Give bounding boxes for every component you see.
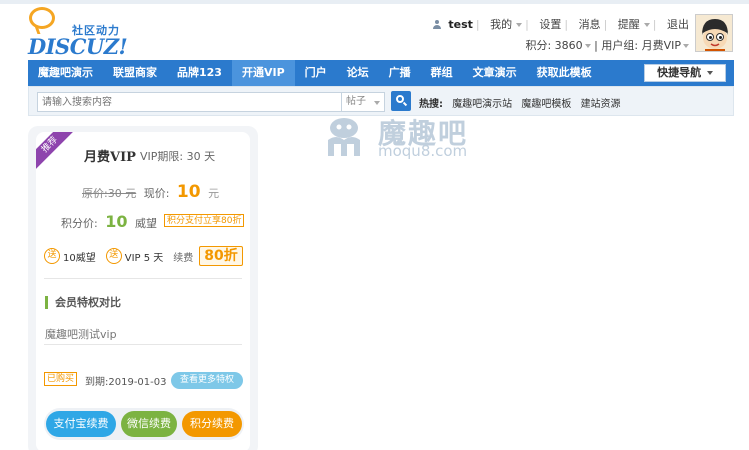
search-type-label: 帖子 [346,96,366,107]
usergroup-link[interactable]: 用户组: 月费VIP [601,39,681,52]
watermark-url: moqu8.com [378,142,468,160]
points-price-row: 积分价: 10 威望 [61,212,157,231]
section-title: 会员特权对比 [45,296,121,309]
quick-nav-label: 快捷导航 [657,66,702,79]
chevron-down-icon [516,23,523,27]
renew-discount-badge: 80折 [199,246,243,266]
menu-notify-link[interactable]: 提醒 [618,18,640,31]
top-strip [0,0,749,4]
hot-link-template[interactable]: 魔趣吧模板 [521,99,571,110]
expire-date: 到期:2019-01-03 [85,377,167,388]
user-name-link[interactable]: test [448,18,473,31]
current-price-unit: 元 [208,187,220,200]
nav-item-vip[interactable]: 开通VIP [231,60,295,86]
menu-logout-link[interactable]: 退出 [667,18,689,31]
renew-label: 续费 [173,252,194,264]
points-price-label: 积分价: [61,217,98,230]
user-stats: 积分: 3860 | 用户组: 月费VIP [525,37,689,53]
hot-search-label: 热搜: [419,99,443,110]
nav-item-brand[interactable]: 品牌123 [167,60,232,86]
nav-item-get-template[interactable]: 获取此模板 [527,60,602,86]
gift-vip-days: VIP 5 天 [124,252,164,264]
chevron-down-icon [374,101,380,105]
alipay-renew-button[interactable]: 支付宝续费 [46,411,116,437]
chevron-down-icon [584,44,591,48]
divider [44,344,242,345]
vip-plan-card: 推荐 月费VIP VIP期限: 30 天 原价:30 元 现价: 10 元 积分… [28,126,258,450]
nav-item-portal[interactable]: 门户 [295,60,337,86]
search-button[interactable] [391,91,411,111]
avatar[interactable] [695,14,733,52]
hot-link-demo[interactable]: 魔趣吧演示站 [452,99,512,110]
chevron-down-icon [683,44,689,48]
user-menu: test | 我的 | 设置 | 消息 | 提醒 | 退出 [429,16,689,32]
nav-item-groups[interactable]: 群组 [421,60,463,86]
current-price-label: 现价: [143,187,170,200]
points-discount-badge: 积分支付立享80折 [164,214,245,227]
gift-prestige: 10威望 [63,252,96,264]
quick-nav-button[interactable]: 快捷导航 [644,64,726,82]
nav-item-merchants[interactable]: 联盟商家 [103,60,167,86]
points-link[interactable]: 积分: 3860 [525,39,582,52]
more-privileges-button[interactable]: 查看更多特权 [171,372,243,389]
gift-icon: 送 [105,248,122,264]
plan-name: 月费VIP [84,150,136,165]
hot-search: 热搜: 魔趣吧演示站 魔趣吧模板 建站资源 [419,95,621,110]
chevron-down-icon [643,23,650,27]
vip-plan-card-body: 推荐 月费VIP VIP期限: 30 天 原价:30 元 现价: 10 元 积分… [36,132,250,450]
avatar-face-icon [696,15,732,51]
wechat-renew-button[interactable]: 微信续费 [121,411,177,437]
menu-messages-link[interactable]: 消息 [579,18,601,31]
menu-settings-link[interactable]: 设置 [539,18,561,31]
nav-item-articles[interactable]: 文章演示 [463,60,527,86]
watermark: 魔趣吧 moqu8.com [322,112,492,162]
gift-icon: 送 [44,248,60,264]
original-price: 原价:30 元 [82,187,137,200]
price-row: 原价:30 元 现价: 10 元 [82,182,219,202]
points-renew-button[interactable]: 积分续费 [182,411,242,437]
plan-period: VIP期限: 30 天 [140,150,216,163]
main-nav: 魔趣吧演示 联盟商家 品牌123 开通VIP 门户 论坛 广播 群组 文章演示 … [28,60,734,86]
search-input[interactable] [37,92,367,112]
payment-bar: 支付宝续费 微信续费 积分续费 [44,408,244,440]
nav-item-forum[interactable]: 论坛 [337,60,379,86]
divider [44,278,242,279]
search-type-select[interactable]: 帖子 [341,92,385,112]
hot-link-resources[interactable]: 建站资源 [581,99,621,110]
purchased-badge: 已购买 [44,372,78,386]
privilege-text: 魔趣吧测试vip [45,328,117,341]
nav-item-broadcast[interactable]: 广播 [379,60,421,86]
user-icon [432,20,441,29]
points-price-value: 10 [105,212,128,231]
points-price-unit: 威望 [134,217,157,230]
current-price-value: 10 [176,182,201,202]
chevron-down-icon [706,71,713,75]
logo-wordmark: DISCUZ! [28,34,128,59]
watermark-logo-icon [328,118,360,156]
gift-row: 送 10威望 送 VIP 5 天 续费 80折 [44,246,243,266]
nav-item-demo[interactable]: 魔趣吧演示 [28,60,103,86]
recommend-ribbon: 推荐 [36,132,75,170]
menu-my-link[interactable]: 我的 [490,18,512,31]
